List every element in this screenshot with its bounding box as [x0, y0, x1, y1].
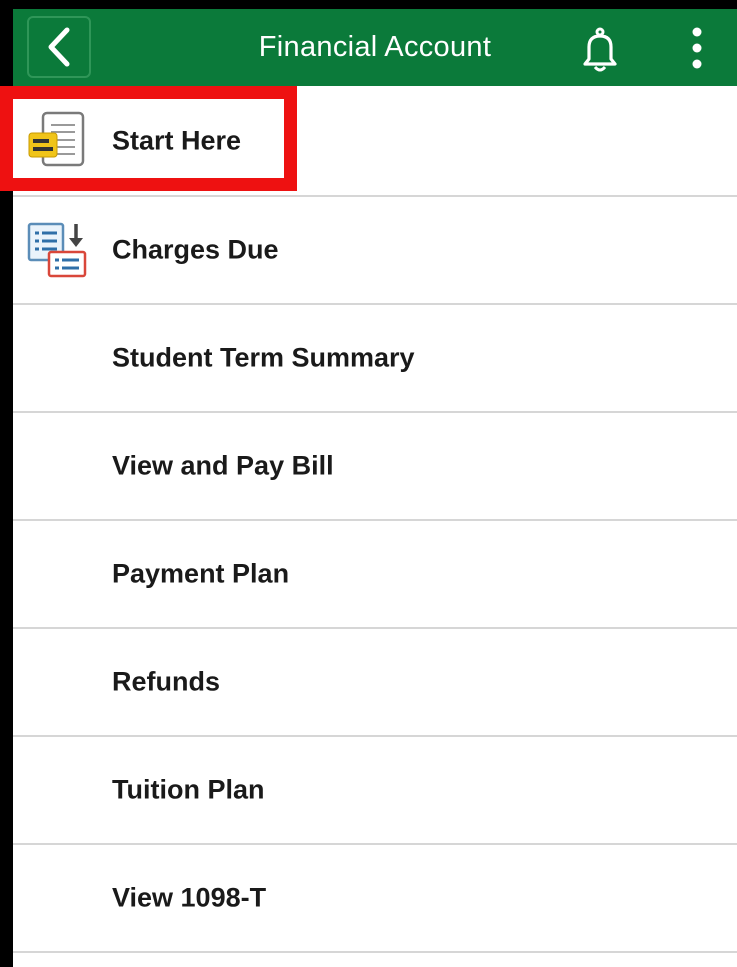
menu-list: Start Here Charges Due Student Term Summ…	[13, 86, 737, 953]
charges-list-icon	[25, 218, 89, 282]
more-vertical-icon	[682, 27, 712, 75]
menu-item-label: Start Here	[112, 125, 242, 155]
document-card-icon	[25, 109, 89, 173]
menu-item-label: View and Pay Bill	[112, 450, 334, 481]
menu-item-view-1098-t[interactable]: View 1098-T	[13, 845, 737, 953]
menu-item-start-here[interactable]: Start Here	[13, 86, 737, 197]
menu-item-label: Refunds	[112, 666, 220, 697]
app-frame: Financial Account Start Here Charges Due…	[13, 9, 737, 967]
menu-item-label: View 1098-T	[112, 882, 267, 913]
back-button[interactable]	[27, 16, 91, 78]
chevron-left-icon	[46, 27, 72, 67]
bell-icon	[577, 27, 623, 77]
menu-item-charges-due[interactable]: Charges Due	[13, 197, 737, 305]
menu-item-label: Tuition Plan	[112, 774, 265, 805]
menu-item-label: Charges Due	[112, 234, 279, 265]
page-title: Financial Account	[258, 31, 492, 63]
menu-item-tuition-plan[interactable]: Tuition Plan	[13, 737, 737, 845]
menu-item-view-and-pay-bill[interactable]: View and Pay Bill	[13, 413, 737, 521]
menu-item-label: Payment Plan	[112, 558, 290, 589]
menu-item-label: Student Term Summary	[112, 342, 415, 373]
app-header: Financial Account	[13, 9, 737, 86]
menu-item-payment-plan[interactable]: Payment Plan	[13, 521, 737, 629]
more-options-button[interactable]	[682, 25, 712, 71]
menu-item-student-term-summary[interactable]: Student Term Summary	[13, 305, 737, 413]
menu-item-refunds[interactable]: Refunds	[13, 629, 737, 737]
notifications-button[interactable]	[577, 27, 623, 73]
